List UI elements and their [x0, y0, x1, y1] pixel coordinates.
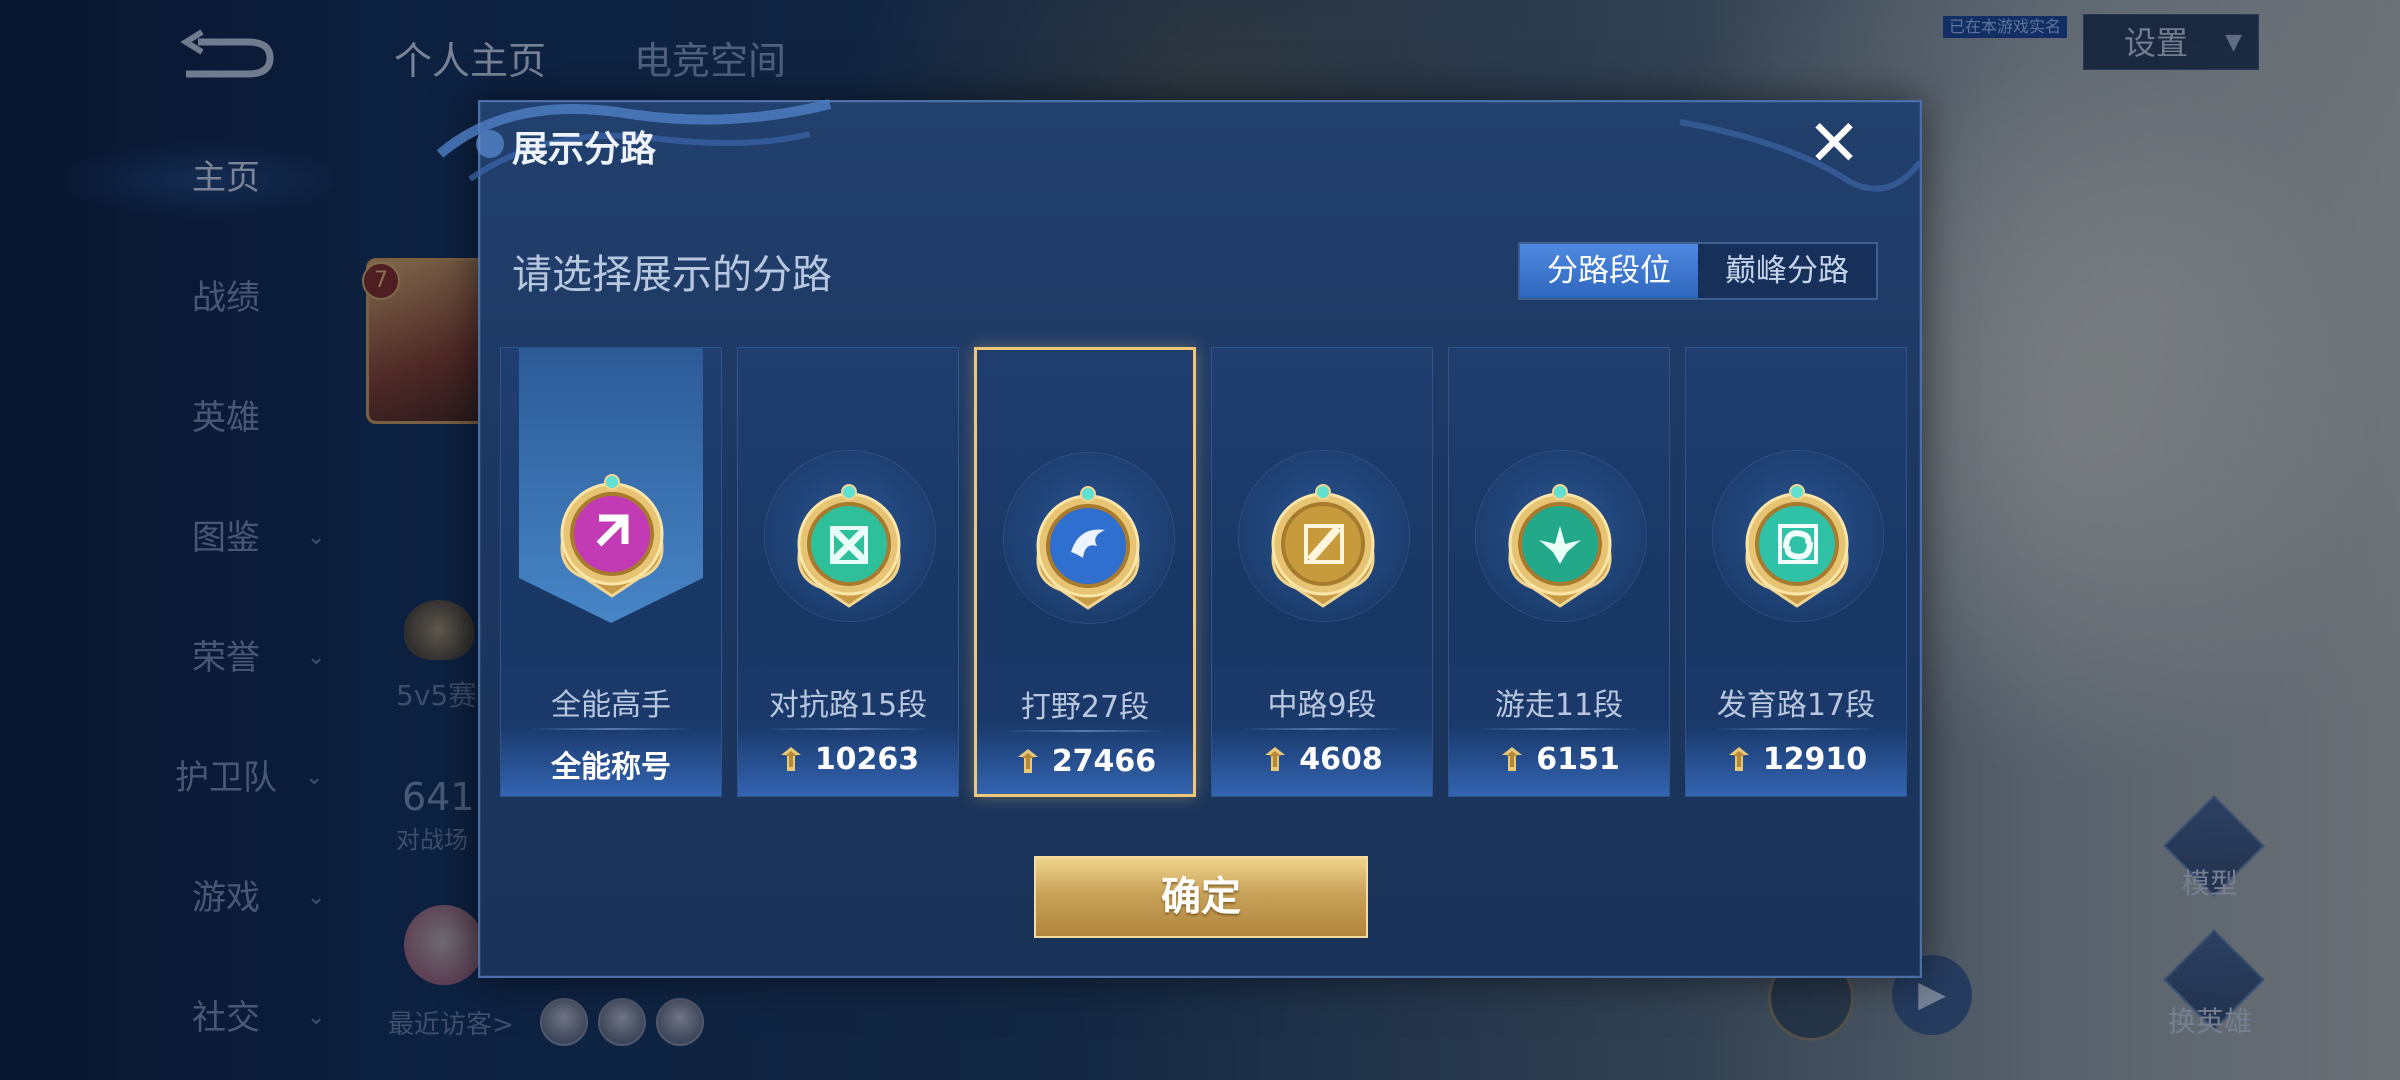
lane-card-list: 全能高手 全能称号 对抗路15段 10263 打野27段 27466 中路9段 4608 游走1… [500, 347, 1907, 797]
points-icon [1265, 747, 1286, 771]
lane-card-name: 打野27段 [1020, 690, 1150, 725]
mid-lane-badge-icon [1266, 478, 1380, 610]
lane-card-name: 全能高手 [551, 688, 671, 723]
farm-lane-badge-icon [1740, 478, 1854, 610]
lane-card-value-text: 10263 [814, 742, 920, 777]
lane-card[interactable]: 发育路17段 12910 [1685, 347, 1907, 797]
dialog-title: 展示分路 [512, 129, 657, 170]
confirm-button[interactable]: 确定 [1034, 856, 1368, 938]
lane-card-value: 全能称号 [501, 742, 721, 786]
lane-card-name: 游走11段 [1494, 688, 1624, 723]
points-icon [780, 747, 801, 771]
lane-card[interactable]: 游走11段 6151 [1448, 347, 1670, 797]
lane-card[interactable]: 全能高手 全能称号 [500, 347, 722, 797]
points-icon [1017, 749, 1038, 773]
lane-card-value: 4608 [1212, 742, 1432, 777]
lane-card-name: 发育路17段 [1716, 688, 1876, 723]
points-icon [1502, 747, 1523, 771]
lane-card-value-text: 6151 [1536, 742, 1620, 777]
jungle-badge-icon [1031, 480, 1145, 612]
lane-card-value: 6151 [1449, 742, 1669, 777]
lane-card-name: 中路9段 [1267, 688, 1377, 723]
clash-lane-badge-icon [792, 478, 906, 610]
lane-card-value-text: 全能称号 [551, 750, 671, 785]
lane-card-value: 27466 [977, 744, 1193, 779]
card-divider [766, 728, 930, 730]
lane-card[interactable]: 打野27段 27466 [974, 347, 1196, 797]
lane-display-dialog: 展示分路 ✕ 请选择展示的分路 分路段位 巅峰分路 全能高手 全能称号 对抗路15段… [436, 99, 1923, 978]
card-divider [529, 728, 693, 730]
card-divider [1005, 730, 1165, 732]
lane-card-value-text: 12910 [1762, 742, 1868, 777]
decorative-swirl-icon [1679, 119, 1923, 192]
all-round-badge-icon [555, 468, 669, 600]
lane-card-value: 12910 [1686, 742, 1906, 777]
card-divider [1714, 728, 1878, 730]
lane-card-name: 对抗路15段 [768, 688, 928, 723]
card-divider [1477, 728, 1641, 730]
tab-lane-rank[interactable]: 分路段位 [1520, 244, 1698, 298]
lane-card-value-text: 27466 [1051, 744, 1157, 779]
points-icon [1728, 747, 1749, 771]
view-toggle: 分路段位 巅峰分路 [1518, 242, 1878, 300]
lane-card-value-text: 4608 [1299, 742, 1383, 777]
roam-badge-icon [1503, 478, 1617, 610]
tab-peak-lane[interactable]: 巅峰分路 [1698, 244, 1876, 298]
close-icon[interactable]: ✕ [1804, 112, 1864, 176]
card-divider [1240, 728, 1404, 730]
lane-card-value: 10263 [738, 742, 958, 777]
dialog-subtitle: 请选择展示的分路 [512, 252, 832, 298]
lane-card[interactable]: 对抗路15段 10263 [737, 347, 959, 797]
lane-card[interactable]: 中路9段 4608 [1211, 347, 1433, 797]
